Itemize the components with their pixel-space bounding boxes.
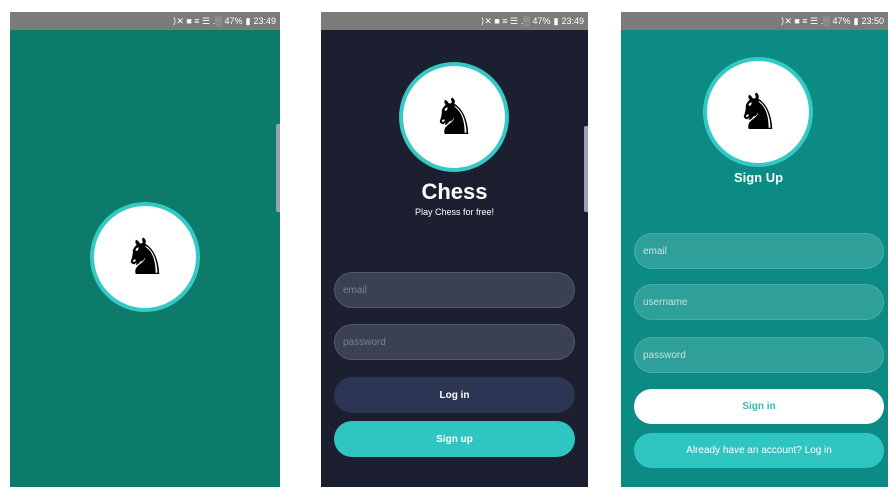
battery-icon: ▮ <box>553 15 559 26</box>
logo-circle: ♞ <box>399 62 509 172</box>
login-link-button[interactable]: Already have an account? Log in <box>634 433 884 468</box>
battery-icon: ▮ <box>853 15 859 26</box>
chess-knight-icon: ♞ <box>735 83 781 141</box>
splash-screen: ⟩✕ ■ ≡ ☰ .░ 47% ▮ 23:49 ♞ <box>10 12 280 487</box>
signin-button[interactable]: Sign in <box>634 389 884 424</box>
logo-circle: ♞ <box>703 57 813 167</box>
app-subtitle: Play Chess for free! <box>414 207 495 217</box>
chess-knight-icon: ♞ <box>431 88 477 146</box>
chess-knight-icon: ♞ <box>122 228 168 286</box>
battery-level: 47% <box>224 16 243 26</box>
login-screen: ⟩✕ ■ ≡ ☰ .░ 47% ▮ 23:49 ♞ Chess Play Che… <box>321 12 588 487</box>
login-button[interactable]: Log in <box>334 377 575 413</box>
clock: 23:49 <box>561 16 584 26</box>
status-icons: ⟩✕ ■ ≡ ☰ .░ <box>172 15 222 26</box>
status-bar: ⟩✕ ■ ≡ ☰ .░ 47% ▮ 23:49 <box>10 12 280 30</box>
clock: 23:49 <box>253 16 276 26</box>
app-title: Chess <box>421 179 488 204</box>
login-background: ♞ Chess Play Chess for free! Log in Sign… <box>321 30 588 487</box>
clock: 23:50 <box>861 16 884 26</box>
battery-level: 47% <box>532 16 551 26</box>
email-input[interactable] <box>634 233 884 269</box>
password-input[interactable] <box>334 324 575 360</box>
password-input[interactable] <box>634 337 884 373</box>
signup-background: ♞ Sign Up Sign in Already have an accoun… <box>621 30 888 487</box>
username-input[interactable] <box>634 284 884 320</box>
scroll-handle[interactable] <box>584 126 588 212</box>
page-title: Sign Up <box>733 170 784 185</box>
status-bar: ⟩✕ ■ ≡ ☰ .░ 47% ▮ 23:50 <box>621 12 888 30</box>
status-icons: ⟩✕ ■ ≡ ☰ .░ <box>480 15 530 26</box>
splash-background: ♞ <box>10 30 280 487</box>
signup-screen: ⟩✕ ■ ≡ ☰ .░ 47% ▮ 23:50 ♞ Sign Up Sign i… <box>621 12 888 487</box>
status-icons: ⟩✕ ■ ≡ ☰ .░ <box>780 15 830 26</box>
logo-circle: ♞ <box>90 202 200 312</box>
status-bar: ⟩✕ ■ ≡ ☰ .░ 47% ▮ 23:49 <box>321 12 588 30</box>
battery-level: 47% <box>832 16 851 26</box>
scroll-handle[interactable] <box>276 124 280 212</box>
battery-icon: ▮ <box>245 15 251 26</box>
signup-button[interactable]: Sign up <box>334 421 575 457</box>
email-input[interactable] <box>334 272 575 308</box>
